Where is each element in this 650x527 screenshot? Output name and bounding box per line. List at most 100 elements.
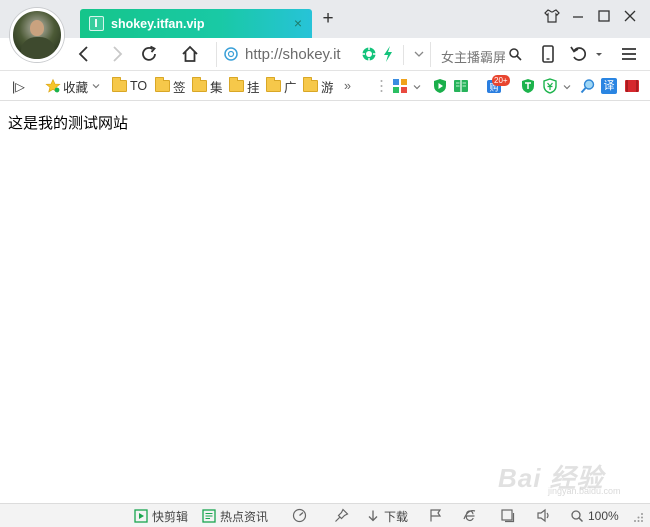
phone-icon: [542, 45, 554, 63]
quick-edit-label: 快剪辑: [152, 509, 189, 524]
play-shield-icon[interactable]: [432, 78, 448, 94]
bookmark-folder-2[interactable]: 签: [155, 77, 186, 95]
downloads-label: 下载: [384, 509, 409, 524]
minimize-icon: [573, 16, 583, 18]
maximize-button[interactable]: [594, 6, 614, 26]
folder-label: 集: [210, 80, 223, 95]
page-content: 这是我的测试网站: [0, 102, 650, 502]
pin-icon[interactable]: [334, 508, 349, 523]
apps-grid-icon[interactable]: [392, 78, 408, 94]
zoom-level: 100%: [588, 509, 619, 523]
back-button[interactable]: [73, 43, 95, 65]
window-icon[interactable]: [500, 508, 515, 523]
bookmark-folder-5[interactable]: 广: [266, 77, 297, 95]
zoom-icon: [571, 510, 584, 523]
bookmark-folder-1[interactable]: TO: [112, 77, 147, 95]
folder-icon: [155, 77, 170, 92]
speedometer-icon[interactable]: [292, 508, 307, 523]
site-favicon-icon: [89, 16, 104, 31]
bookmark-folder-3[interactable]: 集: [192, 77, 223, 95]
sidebar-toggle[interactable]: |▷: [12, 77, 25, 95]
hot-news-label: 热点资讯: [220, 509, 269, 524]
tab-close-icon[interactable]: ×: [294, 15, 302, 31]
refresh-icon: [142, 45, 156, 61]
search-box[interactable]: 女主播霸屏: [430, 42, 526, 67]
undo-icon: [570, 46, 587, 61]
speaker-icon[interactable]: [536, 508, 552, 523]
user-avatar[interactable]: [10, 8, 64, 62]
resize-grip-icon[interactable]: [634, 513, 644, 523]
bookmarks-more[interactable]: »: [344, 77, 351, 95]
undo-close-button[interactable]: [568, 43, 590, 65]
translate-icon[interactable]: 译: [601, 78, 617, 94]
notification-badge: 20+: [492, 75, 510, 86]
folder-icon: [229, 77, 244, 92]
money-shield-icon[interactable]: [542, 78, 558, 94]
new-tab-button[interactable]: +: [320, 9, 336, 28]
zoom-control[interactable]: 100%: [570, 508, 619, 524]
folder-label: 挂: [247, 80, 260, 95]
address-bar[interactable]: http://shokey.it: [216, 42, 430, 67]
menu-button[interactable]: [618, 43, 640, 65]
shirt-icon: [544, 9, 560, 23]
home-button[interactable]: [179, 43, 201, 65]
shield-icon[interactable]: [520, 78, 536, 94]
flag-icon[interactable]: [428, 508, 443, 523]
favorites-label: 收藏: [63, 80, 89, 95]
search-icon[interactable]: [508, 47, 522, 61]
book-icon[interactable]: [453, 78, 469, 94]
close-icon: [624, 10, 636, 22]
chevron-down-icon[interactable]: [412, 82, 422, 92]
minimize-button[interactable]: [568, 6, 588, 26]
toolbar-grip: [380, 80, 383, 92]
news-icon: [202, 509, 216, 523]
title-bar: shokey.itfan.vip × +: [0, 0, 650, 62]
security-check-icon[interactable]: [361, 46, 377, 62]
arrow-right-icon: [113, 46, 123, 62]
hamburger-menu-icon: [622, 48, 636, 60]
downloads-button[interactable]: 下载: [366, 508, 408, 524]
home-icon: [182, 45, 198, 62]
chevron-down-icon: [92, 84, 100, 89]
video-edit-icon: [134, 509, 148, 523]
avatar-face: [30, 20, 44, 36]
favorites-menu[interactable]: 收藏: [45, 77, 101, 95]
page-body-text: 这是我的测试网站: [8, 114, 129, 132]
arrow-left-icon: [78, 46, 88, 62]
tab-active[interactable]: shokey.itfan.vip ×: [80, 9, 312, 38]
search-input[interactable]: 女主播霸屏: [441, 47, 505, 66]
folder-label: 游: [321, 80, 334, 95]
chevron-down-icon[interactable]: [413, 45, 425, 63]
undo-dropdown[interactable]: [594, 43, 604, 65]
folder-icon: [192, 77, 207, 92]
lightning-icon[interactable]: [381, 45, 395, 63]
folder-icon: [112, 77, 127, 92]
download-arrow-icon: [368, 510, 378, 522]
video-icon[interactable]: [624, 78, 640, 94]
folder-icon: [303, 77, 318, 92]
ie-compat-icon[interactable]: [462, 508, 477, 523]
quick-edit-button[interactable]: 快剪辑: [134, 508, 188, 524]
globe-icon: [224, 47, 238, 61]
magnifier-icon[interactable]: [580, 78, 596, 94]
folder-icon: [266, 77, 281, 92]
avatar-body: [21, 37, 55, 59]
folder-label: TO: [130, 79, 148, 93]
bookmark-folder-4[interactable]: 挂: [229, 77, 260, 95]
folder-label: 广: [284, 80, 297, 95]
maximize-icon: [598, 10, 610, 22]
bookmark-folder-6[interactable]: 游: [303, 77, 334, 95]
close-window-button[interactable]: [620, 6, 640, 26]
hot-news-button[interactable]: 热点资讯: [202, 508, 268, 524]
status-bar: 快剪辑 热点资讯 下载 100%: [0, 503, 650, 527]
refresh-button[interactable]: [138, 43, 160, 65]
navigation-bar: http://shokey.it 女主播霸屏: [0, 38, 650, 71]
skin-button[interactable]: [542, 6, 562, 26]
forward-button[interactable]: [106, 43, 128, 65]
mobile-button[interactable]: [537, 43, 559, 65]
chevron-down-icon[interactable]: [562, 82, 572, 92]
watermark-url: jingyan.baidu.com: [548, 486, 621, 496]
tab-title: shokey.itfan.vip: [111, 16, 205, 31]
address-divider: [403, 45, 404, 65]
address-url[interactable]: http://shokey.it: [245, 45, 341, 64]
